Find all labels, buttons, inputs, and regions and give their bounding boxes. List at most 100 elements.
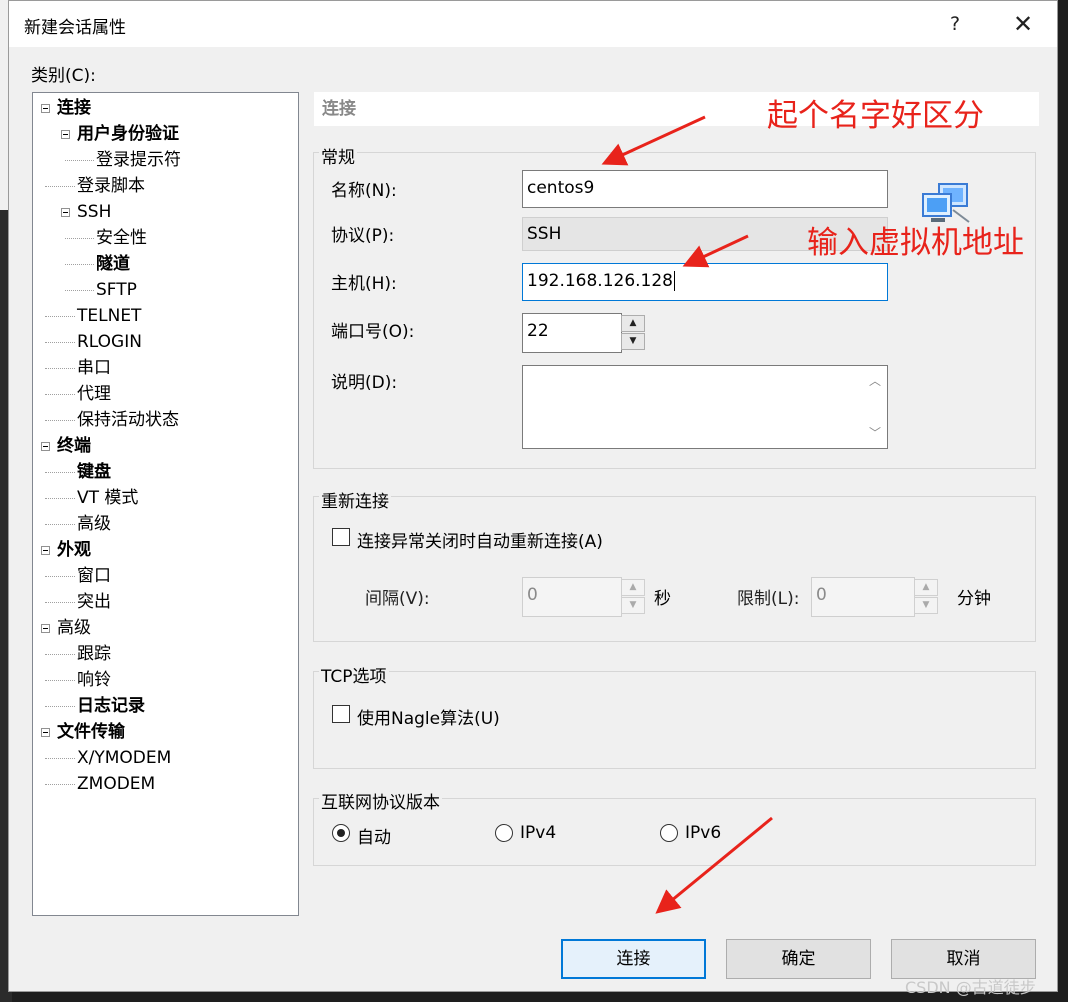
help-button[interactable]: ? bbox=[939, 9, 971, 39]
collapse-icon[interactable] bbox=[41, 546, 50, 555]
tree-item[interactable]: 隧道 bbox=[96, 252, 130, 276]
tree-item[interactable]: 日志记录 bbox=[77, 694, 145, 718]
tree-connector bbox=[45, 654, 75, 655]
tree-item[interactable]: 响铃 bbox=[77, 668, 111, 692]
tree-item[interactable]: 安全性 bbox=[96, 226, 147, 250]
radio-auto-label[interactable]: 自动 bbox=[357, 823, 391, 848]
port-down-arrow-icon[interactable]: ▼ bbox=[621, 333, 645, 350]
interval-spinner[interactable]: ▲ ▼ bbox=[621, 579, 645, 615]
category-tree[interactable]: 连接 用户身份验证 登录提示符 登录脚本 SSH 安全性 隧道 SFTP TELNET RLOGI… bbox=[32, 92, 299, 916]
text-caret bbox=[674, 271, 676, 291]
auto-reconnect-label[interactable]: 连接异常关闭时自动重新连接(A) bbox=[357, 527, 603, 552]
tree-connector bbox=[45, 602, 75, 603]
port-spinner[interactable]: ▲ ▼ bbox=[621, 315, 645, 351]
tree-connector bbox=[45, 342, 75, 343]
close-button[interactable]: ✕ bbox=[1007, 9, 1039, 39]
annotation-name-hint: 起个名字好区分 bbox=[767, 98, 984, 134]
radio-auto[interactable] bbox=[332, 824, 350, 842]
tree-item[interactable]: VT 模式 bbox=[77, 486, 138, 510]
tree-connector bbox=[45, 368, 75, 369]
radio-ipv4[interactable] bbox=[495, 824, 513, 842]
tree-connector bbox=[45, 524, 75, 525]
collapse-icon[interactable] bbox=[61, 208, 70, 217]
tree-item[interactable]: 用户身份验证 bbox=[77, 122, 179, 146]
tree-connector bbox=[45, 472, 75, 473]
tree-item[interactable]: 外观 bbox=[57, 538, 91, 562]
tree-item[interactable]: 登录提示符 bbox=[96, 148, 181, 172]
tree-item[interactable]: 终端 bbox=[57, 434, 91, 458]
tree-item[interactable]: 连接 bbox=[57, 96, 91, 120]
tree-item[interactable]: X/YMODEM bbox=[77, 746, 171, 770]
auto-reconnect-checkbox[interactable] bbox=[332, 528, 350, 546]
limit-label: 限制(L): bbox=[737, 589, 800, 609]
collapse-icon[interactable] bbox=[61, 130, 70, 139]
session-properties-dialog: 新建会话属性 ? ✕ 类别(C): 连接 用户身份验证 登录提示符 登录脚本 SSH 安全… bbox=[8, 0, 1058, 992]
tree-item[interactable]: 登录脚本 bbox=[77, 174, 145, 198]
scroll-down-icon[interactable]: ﹀ bbox=[869, 424, 881, 441]
general-group-title: 常规 bbox=[319, 143, 357, 168]
tree-connector bbox=[45, 498, 75, 499]
interval-field[interactable]: 0 bbox=[522, 577, 622, 617]
interval-label: 间隔(V): bbox=[365, 589, 430, 609]
tree-connector bbox=[65, 264, 94, 265]
tree-connector bbox=[65, 160, 94, 161]
tree-item[interactable]: 代理 bbox=[77, 382, 111, 406]
cancel-button[interactable]: 取消 bbox=[891, 939, 1036, 979]
limit-field[interactable]: 0 bbox=[811, 577, 915, 617]
tree-item[interactable]: ZMODEM bbox=[77, 772, 155, 796]
collapse-icon[interactable] bbox=[41, 728, 50, 737]
tree-item[interactable]: 保持活动状态 bbox=[77, 408, 179, 432]
tree-item[interactable]: 跟踪 bbox=[77, 642, 111, 666]
connect-button[interactable]: 连接 bbox=[561, 939, 706, 979]
collapse-icon[interactable] bbox=[41, 624, 50, 633]
tree-item[interactable]: 文件传输 bbox=[57, 720, 125, 744]
limit-unit: 分钟 bbox=[957, 589, 991, 609]
tree-item[interactable]: 键盘 bbox=[77, 460, 111, 484]
host-label: 主机(H): bbox=[331, 274, 397, 294]
tree-connector bbox=[45, 186, 75, 187]
limit-spinner[interactable]: ▲ ▼ bbox=[914, 579, 938, 615]
tree-connector bbox=[45, 316, 75, 317]
collapse-icon[interactable] bbox=[41, 104, 50, 113]
collapse-icon[interactable] bbox=[41, 442, 50, 451]
host-value: 192.168.126.128 bbox=[527, 271, 674, 291]
radio-ipv4-label[interactable]: IPv4 bbox=[520, 823, 556, 843]
name-field[interactable]: centos9 bbox=[522, 170, 888, 208]
radio-ipv6-label[interactable]: IPv6 bbox=[685, 823, 721, 843]
interval-down-arrow-icon[interactable]: ▼ bbox=[621, 597, 645, 614]
port-field[interactable]: 22 bbox=[522, 313, 622, 353]
nagle-checkbox[interactable] bbox=[332, 705, 350, 723]
scroll-up-icon[interactable]: ︿ bbox=[869, 372, 881, 389]
tree-item[interactable]: 高级 bbox=[57, 616, 91, 640]
tree-connector bbox=[45, 576, 75, 577]
ok-button[interactable]: 确定 bbox=[726, 939, 871, 979]
tree-connector bbox=[65, 238, 94, 239]
tree-item[interactable]: 突出 bbox=[77, 590, 111, 614]
reconnect-group bbox=[313, 496, 1036, 642]
limit-up-arrow-icon[interactable]: ▲ bbox=[914, 579, 938, 596]
limit-down-arrow-icon[interactable]: ▼ bbox=[914, 597, 938, 614]
host-field[interactable]: 192.168.126.128 bbox=[522, 263, 888, 301]
tree-item[interactable]: SSH bbox=[77, 200, 111, 224]
port-up-arrow-icon[interactable]: ▲ bbox=[621, 315, 645, 332]
tree-connector bbox=[45, 706, 75, 707]
tree-item[interactable]: SFTP bbox=[96, 278, 137, 302]
tree-item[interactable]: 高级 bbox=[77, 512, 111, 536]
tree-item[interactable]: 串口 bbox=[77, 356, 111, 380]
description-field[interactable]: ︿ ﹀ bbox=[522, 365, 888, 449]
protocol-label: 协议(P): bbox=[331, 226, 395, 246]
radio-ipv6[interactable] bbox=[660, 824, 678, 842]
tree-item[interactable]: RLOGIN bbox=[77, 330, 142, 354]
category-label: 类别(C): bbox=[31, 66, 96, 86]
name-label: 名称(N): bbox=[331, 181, 397, 201]
tcp-group-title: TCP选项 bbox=[319, 662, 389, 687]
nagle-label[interactable]: 使用Nagle算法(U) bbox=[357, 704, 500, 729]
tree-connector bbox=[45, 394, 75, 395]
tree-connector bbox=[45, 420, 75, 421]
tree-item[interactable]: 窗口 bbox=[77, 564, 111, 588]
interval-up-arrow-icon[interactable]: ▲ bbox=[621, 579, 645, 596]
tree-connector bbox=[45, 758, 75, 759]
tree-item[interactable]: TELNET bbox=[77, 304, 141, 328]
interval-unit: 秒 bbox=[654, 589, 671, 609]
description-scrollbar[interactable]: ︿ ﹀ bbox=[863, 366, 887, 448]
